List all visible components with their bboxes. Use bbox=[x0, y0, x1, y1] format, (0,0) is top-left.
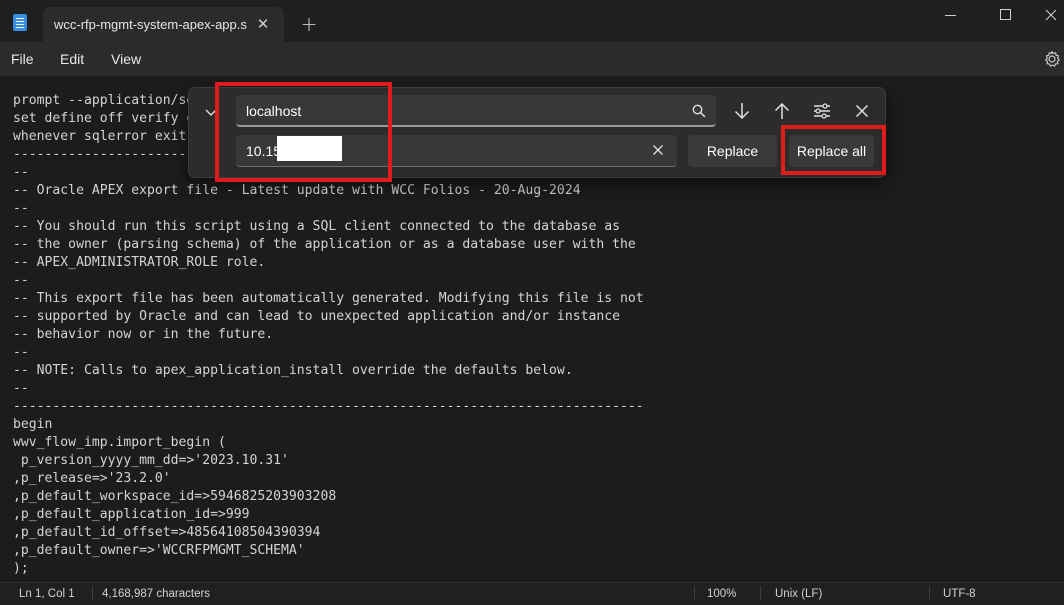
code-line[interactable]: ); bbox=[13, 560, 644, 578]
code-line[interactable]: -- This export file has been automatical… bbox=[13, 290, 644, 308]
code-line[interactable]: -- You should run this script using a SQ… bbox=[13, 218, 644, 236]
code-line[interactable]: -- APEX_ADMINISTRATOR_ROLE role. bbox=[13, 254, 644, 272]
maximize-button[interactable] bbox=[983, 0, 1029, 30]
highlight-box-inputs bbox=[215, 82, 392, 182]
code-line[interactable]: -- the owner (parsing schema) of the app… bbox=[13, 236, 644, 254]
status-separator bbox=[929, 586, 930, 601]
code-line[interactable]: begin bbox=[13, 416, 644, 434]
code-line[interactable]: ,p_release=>'23.2.0' bbox=[13, 470, 644, 488]
menu-edit[interactable]: Edit bbox=[60, 51, 84, 67]
settings-icon[interactable] bbox=[1043, 50, 1061, 68]
status-position: Ln 1, Col 1 bbox=[19, 588, 75, 600]
tab-title: wcc-rfp-mgmt-system-apex-app.s bbox=[54, 17, 247, 32]
code-line[interactable]: -- bbox=[13, 380, 644, 398]
arrow-down-icon[interactable] bbox=[729, 99, 755, 123]
arrow-up-icon[interactable] bbox=[769, 99, 795, 123]
maximize-icon bbox=[1000, 9, 1011, 20]
highlight-box-replace-all bbox=[781, 125, 886, 175]
status-bar: Ln 1, Col 1 4,168,987 characters 100% Un… bbox=[0, 582, 1064, 605]
menu-bar: File Edit View bbox=[0, 42, 1064, 76]
new-tab-button[interactable]: + bbox=[298, 13, 320, 35]
code-line[interactable]: p_version_yyyy_mm_dd=>'2023.10.31' bbox=[13, 452, 644, 470]
status-characters: 4,168,987 characters bbox=[102, 588, 211, 600]
code-line[interactable]: ,p_default_id_offset=>48564108504390394 bbox=[13, 524, 644, 542]
status-separator bbox=[694, 586, 695, 601]
clear-icon[interactable] bbox=[652, 144, 664, 156]
status-separator bbox=[760, 586, 761, 601]
menu-file[interactable]: File bbox=[11, 51, 34, 67]
options-icon[interactable] bbox=[809, 99, 835, 123]
code-line[interactable]: -- bbox=[13, 200, 644, 218]
code-line[interactable]: wwv_flow_imp.import_begin ( bbox=[13, 434, 644, 452]
code-line[interactable]: ,p_default_application_id=>999 bbox=[13, 506, 644, 524]
search-icon[interactable] bbox=[692, 104, 706, 118]
close-icon bbox=[1045, 9, 1057, 21]
tab-close-icon[interactable]: ✕ bbox=[252, 14, 274, 34]
status-separator bbox=[92, 586, 93, 601]
replace-button[interactable]: Replace bbox=[688, 135, 777, 167]
status-zoom[interactable]: 100% bbox=[707, 588, 736, 600]
menu-view[interactable]: View bbox=[111, 51, 141, 67]
code-line[interactable]: ,p_default_workspace_id=>594682520390320… bbox=[13, 488, 644, 506]
document-tab[interactable]: wcc-rfp-mgmt-system-apex-app.s ✕ bbox=[43, 7, 284, 42]
code-line[interactable]: -- supported by Oracle and can lead to u… bbox=[13, 308, 644, 326]
window-close-button[interactable] bbox=[1028, 0, 1064, 30]
status-line-ending[interactable]: Unix (LF) bbox=[775, 588, 822, 600]
code-line[interactable]: ,p_default_owner=>'WCCRFPMGMT_SCHEMA' bbox=[13, 542, 644, 560]
code-line[interactable]: -- behavior now or in the future. bbox=[13, 326, 644, 344]
minimize-icon bbox=[945, 15, 956, 16]
close-icon[interactable] bbox=[849, 99, 875, 123]
code-line[interactable]: ----------------------------------------… bbox=[13, 398, 644, 416]
code-line[interactable]: -- NOTE: Calls to apex_application_insta… bbox=[13, 362, 644, 380]
status-encoding[interactable]: UTF-8 bbox=[943, 588, 976, 600]
title-bar: wcc-rfp-mgmt-system-apex-app.s ✕ + bbox=[0, 0, 1064, 42]
minimize-button[interactable] bbox=[928, 0, 974, 30]
notepad-icon bbox=[13, 14, 27, 31]
code-line[interactable]: -- bbox=[13, 272, 644, 290]
code-line[interactable]: -- Oracle APEX export file - Latest upda… bbox=[13, 182, 644, 200]
code-line[interactable]: -- bbox=[13, 344, 644, 362]
